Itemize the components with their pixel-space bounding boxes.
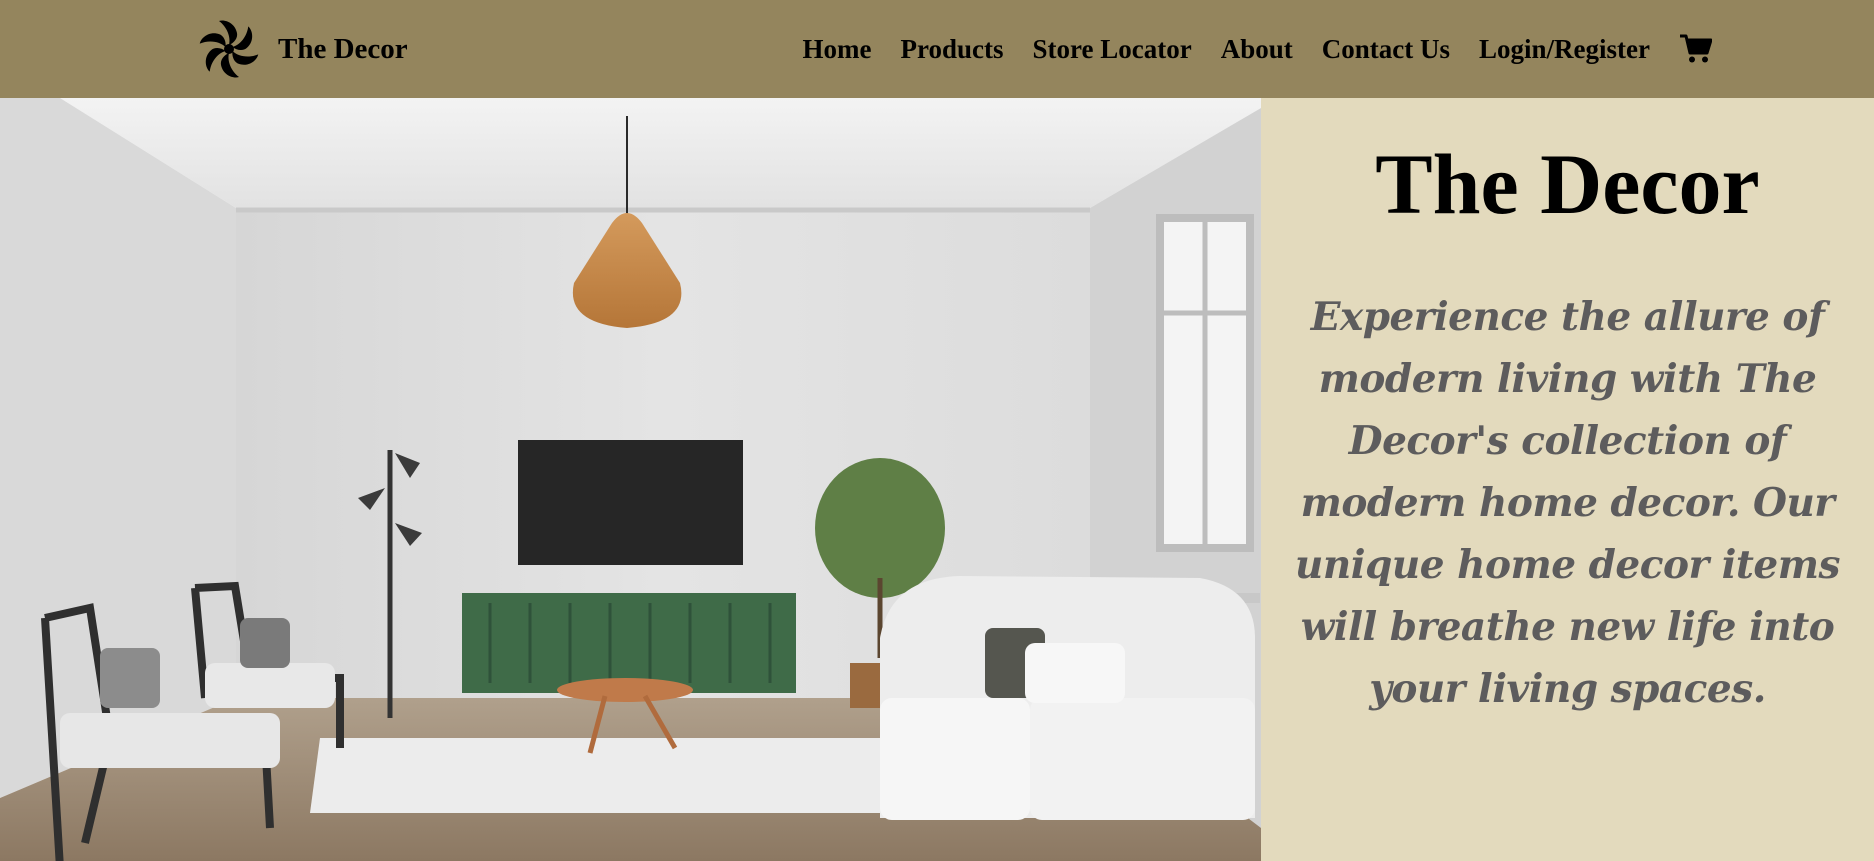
nav-home-link[interactable]: Home	[803, 34, 872, 65]
brand-home-link[interactable]: The Decor	[196, 16, 408, 82]
nav-login-register-link[interactable]: Login/Register	[1479, 34, 1650, 65]
main-nav: Home Products Store Locator About Contac…	[774, 0, 1712, 98]
navbar: The Decor Home Products Store Locator Ab…	[0, 0, 1874, 98]
hero-tagline: Experience the allure of modern living w…	[1295, 294, 1840, 712]
pinwheel-logo-icon	[199, 20, 259, 78]
brand-name: The Decor	[278, 32, 408, 65]
nav-products-link[interactable]: Products	[901, 34, 1004, 65]
living-room-hero-image	[0, 98, 1261, 861]
nav-contact-us-link[interactable]: Contact Us	[1322, 34, 1450, 65]
shopping-cart-icon[interactable]	[1680, 34, 1712, 64]
nav-about-link[interactable]: About	[1221, 34, 1293, 65]
nav-store-locator-link[interactable]: Store Locator	[1033, 34, 1192, 65]
hero-panel: The Decor Experience the allure of moder…	[1261, 98, 1874, 861]
hero-title: The Decor	[1375, 136, 1760, 232]
